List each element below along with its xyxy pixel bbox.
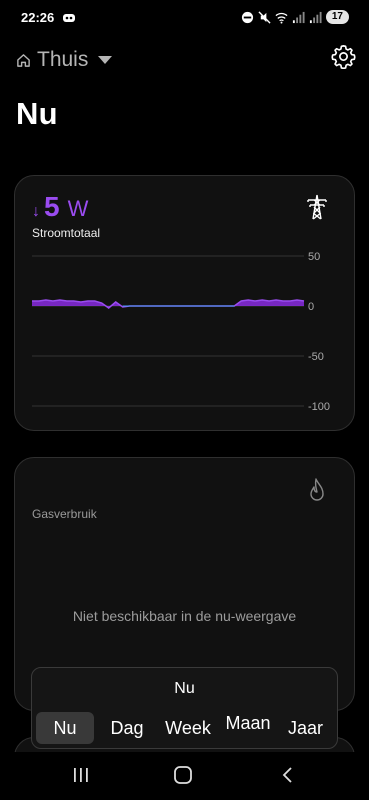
recent-apps-icon[interactable]	[71, 766, 91, 784]
tab-nu[interactable]: Nu	[36, 712, 94, 744]
status-bar: 22:26 17	[0, 0, 369, 36]
back-icon[interactable]	[278, 766, 298, 784]
status-time: 22:26	[21, 10, 55, 25]
gear-icon[interactable]	[331, 44, 356, 69]
battery-icon: 17	[325, 10, 349, 24]
tab-jaar[interactable]: Jaar	[278, 712, 333, 744]
home-button-icon[interactable]	[173, 766, 193, 784]
notification-icon	[63, 14, 75, 22]
power-chart: 50 0 -50 -100	[32, 251, 330, 413]
tab-week[interactable]: Week	[158, 712, 218, 744]
tab-maand[interactable]: Maan	[218, 714, 278, 747]
power-card[interactable]: ↓ 5 W Stroomtotaal 50 0 -50 -100	[14, 175, 355, 431]
flame-icon	[310, 478, 324, 501]
gas-label: Gasverbruik	[32, 507, 97, 521]
home-icon	[17, 53, 30, 67]
chevron-down-icon	[98, 56, 113, 64]
signal-icon	[309, 11, 322, 23]
mute-icon	[258, 10, 271, 24]
home-selector[interactable]: Thuis	[16, 48, 113, 72]
navigation-bar	[0, 752, 369, 800]
page-title: Nu	[16, 96, 58, 131]
dnd-icon	[241, 11, 253, 23]
tab-dag[interactable]: Dag	[98, 712, 156, 744]
y-tick-label: 50	[308, 251, 320, 263]
home-label: Thuis	[37, 48, 89, 71]
y-tick-label: 0	[308, 301, 314, 313]
signal-icon	[292, 11, 305, 23]
unavailable-message: Niet beschikbaar in de nu-weergave	[72, 608, 297, 624]
wifi-icon	[275, 12, 288, 24]
period-current-label: Nu	[174, 680, 195, 697]
y-tick-label: -50	[308, 351, 324, 363]
period-tabs: Nu Dag Week Maan Jaar	[36, 712, 333, 746]
period-selector: Nu Nu Dag Week Maan Jaar	[31, 667, 338, 749]
y-tick-label: -100	[308, 401, 330, 413]
